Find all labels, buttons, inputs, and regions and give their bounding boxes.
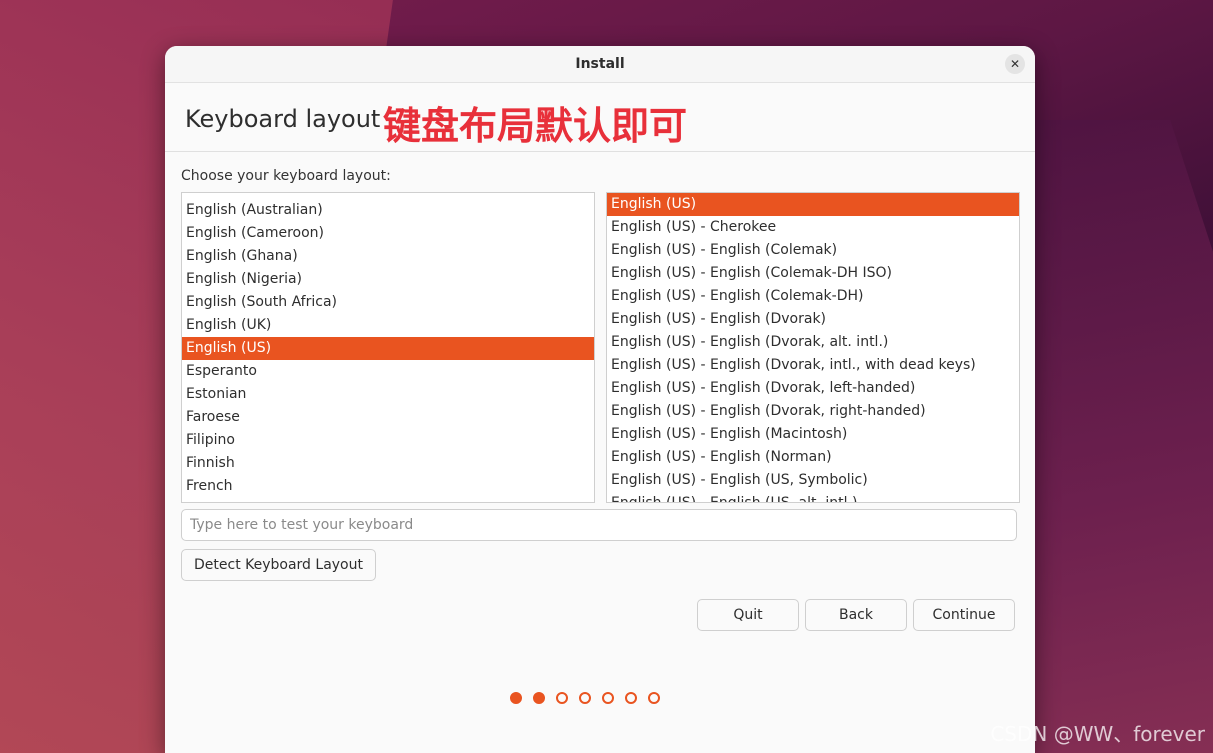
page-header: Keyboard layout 键盘布局默认即可 [165,83,1035,152]
variant-item[interactable]: English (US) - English (Macintosh) [607,423,1019,446]
layout-item[interactable]: Estonian [182,383,594,406]
variant-item[interactable]: English (US) - English (Norman) [607,446,1019,469]
layout-item[interactable]: Faroese [182,406,594,429]
variant-item[interactable]: English (US) - English (Dvorak, right-ha… [607,400,1019,423]
variant-item[interactable]: English (US) - English (Dvorak, intl., w… [607,354,1019,377]
layout-item[interactable]: Filipino [182,429,594,452]
layout-item[interactable]: Esperanto [182,360,594,383]
detect-layout-button[interactable]: Detect Keyboard Layout [181,549,376,581]
layout-item[interactable]: English (US) [182,337,594,360]
layout-list[interactable]: English (Australian) English (Cameroon) En… [181,192,595,503]
layout-item[interactable]: English (Australian) [182,199,594,222]
annotation-text: 键盘布局默认即可 [383,104,688,148]
layout-item[interactable]: English (Cameroon) [182,222,594,245]
variant-item[interactable]: English (US) - English (Colemak-DH) [607,285,1019,308]
variant-item[interactable]: English (US) - English (US, Symbolic) [607,469,1019,492]
close-icon[interactable]: ✕ [1005,54,1025,74]
layout-item[interactable]: Finnish [182,452,594,475]
watermark: CSDN @WW、forever [990,722,1205,746]
variant-item[interactable]: English (US) [607,193,1019,216]
variant-item[interactable]: English (US) - English (US, alt. intl.) [607,492,1019,502]
layout-item[interactable]: English (South Africa) [182,291,594,314]
variant-item[interactable]: English (US) - English (Dvorak) [607,308,1019,331]
back-button[interactable]: Back [805,599,907,631]
progress-dot [510,692,522,704]
variant-item[interactable]: English (US) - English (Dvorak, alt. int… [607,331,1019,354]
progress-dot [648,692,660,704]
window-title: Install [575,56,625,72]
layout-item[interactable]: English (Ghana) [182,245,594,268]
variant-item[interactable]: English (US) - English (Colemak-DH ISO) [607,262,1019,285]
variant-item[interactable]: English (US) - Cherokee [607,216,1019,239]
progress-dot [579,692,591,704]
layout-prompt: Choose your keyboard layout: [181,168,391,184]
quit-button[interactable]: Quit [697,599,799,631]
progress-dot [556,692,568,704]
progress-indicator [510,692,660,708]
variant-item[interactable]: English (US) - English (Colemak) [607,239,1019,262]
progress-dot [533,692,545,704]
keyboard-test-input[interactable] [181,509,1017,541]
layout-item[interactable]: French [182,475,594,498]
title-bar: Install ✕ [165,46,1035,83]
variant-list[interactable]: English (US) English (US) - Cherokee Engli… [606,192,1020,503]
continue-button[interactable]: Continue [913,599,1015,631]
layout-item[interactable]: English (UK) [182,314,594,337]
variant-item[interactable]: English (US) - English (Dvorak, left-han… [607,377,1019,400]
layout-item[interactable]: English (Nigeria) [182,268,594,291]
page-title: Keyboard layout [185,105,381,133]
progress-dot [602,692,614,704]
progress-dot [625,692,637,704]
installer-window: Install ✕ Keyboard layout 键盘布局默认即可 Choos… [165,46,1035,753]
